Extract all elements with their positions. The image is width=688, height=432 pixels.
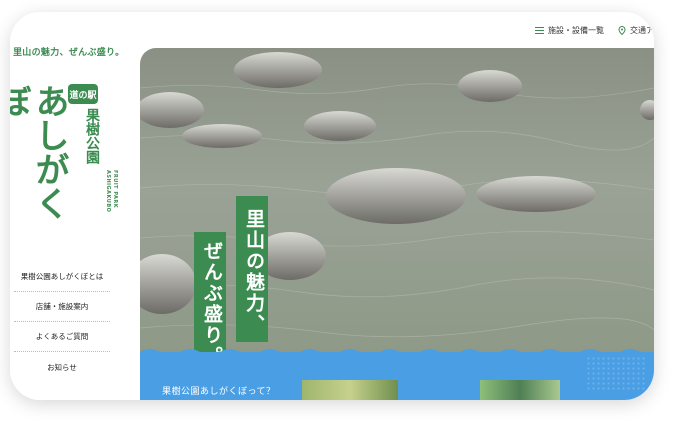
hero-copy-line2: ぜんぶ盛り。	[194, 232, 226, 356]
menu-item-shops[interactable]: 店舗・施設案内	[14, 292, 110, 322]
logo-name: 果樹公園	[84, 108, 100, 164]
tagline: 里山の魅力、ぜんぶ盛り。	[13, 48, 125, 58]
nav-access-label: 交通ア	[630, 26, 654, 35]
site-logo[interactable]: あしがくぼ 道の駅 果樹公園 FRUIT PARK ASHIGAKUBO	[10, 74, 128, 244]
nav-access-link[interactable]: 交通ア	[618, 25, 654, 36]
sidebar-menu: 果樹公園あしがくぼとは 店舗・施設案内 よくあるご質問 お知らせ	[14, 262, 110, 382]
menu-item-about[interactable]: 果樹公園あしがくぼとは	[14, 262, 110, 292]
logo-badge: 道の駅	[68, 84, 98, 104]
page-frame: 施設・設備一覧 交通ア 里山の魅力、ぜんぶ盛り。 あしがくぼ 道の駅 果樹公園 …	[10, 12, 654, 400]
intro-photo-1	[302, 380, 398, 400]
top-nav: 施設・設備一覧 交通ア	[535, 25, 654, 36]
logo-main-text: あしがくぼ	[10, 84, 69, 220]
wave-divider	[140, 349, 654, 356]
map-pin-icon	[618, 26, 626, 35]
sidebar: 里山の魅力、ぜんぶ盛り。 あしがくぼ 道の駅 果樹公園 FRUIT PARK A…	[10, 12, 140, 400]
list-icon	[535, 26, 544, 35]
menu-item-news[interactable]: お知らせ	[14, 352, 110, 382]
intro-heading: 果樹公園あしがくぼって？	[162, 387, 276, 397]
nav-facilities-label: 施設・設備一覧	[548, 26, 604, 35]
hero-image: 里山の魅力、 ぜんぶ盛り。	[140, 48, 654, 356]
hero-copy-line1: 里山の魅力、	[236, 196, 268, 342]
menu-item-faq[interactable]: よくあるご質問	[14, 322, 110, 352]
logo-english: FRUIT PARK ASHIGAKUBO	[105, 170, 118, 213]
intro-section: 果樹公園あしがくぼって？	[140, 349, 654, 400]
intro-photo-2	[480, 380, 560, 400]
dot-pattern	[586, 356, 646, 392]
nav-facilities-link[interactable]: 施設・設備一覧	[535, 25, 604, 36]
